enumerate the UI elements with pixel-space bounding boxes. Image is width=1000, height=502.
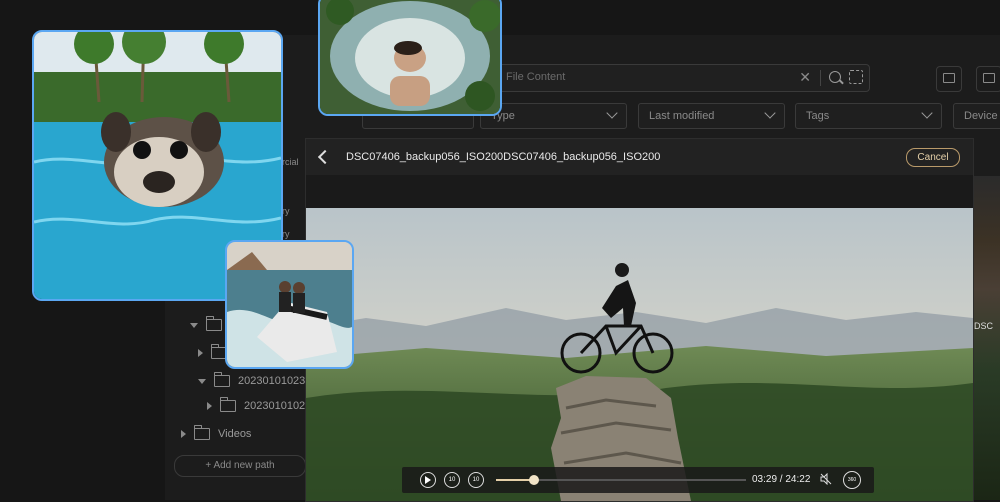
search-divider [820, 70, 821, 86]
tree-item-label: Videos [218, 428, 252, 440]
viewer-header: DSC07406_backup056_ISO200DSC07406_backup… [306, 139, 973, 175]
tags-filter-label: Tags [806, 110, 830, 122]
rewind-10-button[interactable]: 10 [444, 472, 460, 488]
image-search-icon[interactable] [849, 70, 863, 84]
mute-icon[interactable] [820, 473, 832, 485]
media-viewer: DSC07406_backup056_ISO200DSC07406_backup… [305, 138, 974, 502]
play-button[interactable] [420, 472, 436, 488]
tree-item[interactable] [190, 316, 230, 332]
clear-icon[interactable]: ✕ [799, 69, 811, 86]
folder-icon [219, 397, 236, 413]
collapse-caret-icon[interactable] [207, 402, 212, 411]
thumbnail-label: DSC [974, 321, 994, 331]
device-filter[interactable]: Device [953, 103, 1000, 129]
cancel-button[interactable]: Cancel [906, 148, 960, 167]
expand-caret-icon[interactable] [198, 378, 206, 384]
sidebar-fragment: rcial [282, 157, 299, 167]
preview-image [306, 208, 973, 501]
folder-icon [193, 425, 210, 441]
sidebar-fragment: ry [282, 229, 290, 239]
landscape-photo [306, 208, 973, 501]
seek-progress [496, 479, 534, 481]
add-path-button[interactable]: + Add new path [174, 455, 306, 477]
file-title: DSC07406_backup056_ISO200DSC07406_backup… [346, 151, 661, 163]
expand-button[interactable] [976, 66, 1000, 92]
screen-mirror-button[interactable] [936, 66, 962, 92]
back-icon[interactable] [317, 149, 333, 165]
folder-icon [205, 316, 222, 332]
search-input[interactable]: File Content [506, 71, 565, 83]
last-modified-label: Last modified [649, 110, 715, 122]
chevron-down-icon [764, 107, 776, 119]
sidebar-fragment: ry [282, 206, 290, 216]
collapse-caret-icon[interactable] [181, 430, 186, 439]
jetski-photo-thumbnail[interactable] [225, 240, 354, 369]
seek-handle[interactable] [528, 475, 539, 485]
device-filter-label: Device [964, 110, 998, 122]
chevron-down-icon [606, 107, 618, 119]
jetski-photo [227, 242, 352, 367]
splash-photo [320, 0, 500, 114]
seek-bar[interactable] [496, 475, 746, 485]
playback-time: 03:29 / 24:22 [752, 474, 811, 485]
tags-filter[interactable]: Tags [795, 103, 942, 129]
search-box[interactable]: File Content ✕ [493, 64, 870, 92]
splash-photo-thumbnail[interactable] [318, 0, 502, 116]
collapse-caret-icon[interactable] [198, 349, 203, 358]
vr-360-button[interactable]: 360 [843, 471, 861, 489]
playback-controls: 10 10 03:29 / 24:22 360 [402, 467, 874, 493]
expand-caret-icon[interactable] [190, 322, 198, 328]
folder-icon [213, 372, 230, 388]
thumbnail-strip[interactable]: DSC [972, 176, 1000, 500]
expand-icon [983, 73, 995, 83]
forward-10-button[interactable]: 10 [468, 472, 484, 488]
type-filter[interactable]: Type [480, 103, 627, 129]
search-icon[interactable] [829, 71, 841, 83]
chevron-down-icon [921, 107, 933, 119]
last-modified-filter[interactable]: Last modified [638, 103, 785, 129]
monitor-icon [943, 73, 955, 83]
tree-item-videos[interactable]: Videos [181, 425, 252, 441]
